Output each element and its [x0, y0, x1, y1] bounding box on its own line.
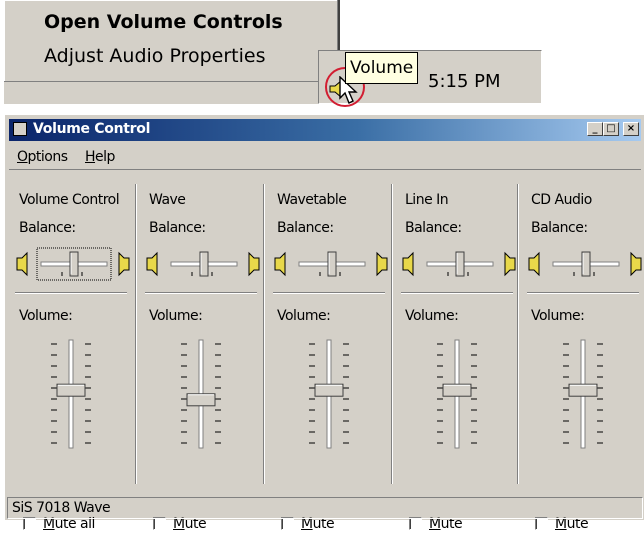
balance-slider[interactable] — [527, 246, 644, 282]
adjust-audio-properties-item[interactable]: Adjust Audio Properties — [44, 45, 266, 67]
balance-slider[interactable] — [15, 246, 133, 282]
maximize-button[interactable]: □ — [603, 122, 619, 136]
channel-name: Volume Control — [19, 192, 120, 208]
minimize-icon: _ — [592, 123, 598, 134]
right-speaker-icon — [376, 251, 388, 277]
volume-label: Volume: — [19, 308, 73, 324]
divider — [527, 292, 639, 294]
channel-name: Line In — [405, 192, 449, 208]
channel-4: CD Audio Balance: Volume: Mute — [521, 180, 644, 532]
tray-clock[interactable]: 5:15 PM — [428, 71, 501, 92]
volume-thumb — [186, 393, 216, 407]
channel-1: Wave Balance: Volume: Mute — [139, 180, 265, 532]
left-speaker-icon — [402, 251, 414, 277]
status-text: SiS 7018 Wave — [12, 500, 111, 516]
right-speaker-icon — [118, 251, 130, 277]
right-speaker-icon — [504, 251, 516, 277]
menu-bar: Options Help — [9, 145, 641, 165]
volume-thumb — [56, 383, 86, 397]
balance-slider[interactable] — [273, 246, 391, 282]
open-volume-controls-item[interactable]: Open Volume Controls — [44, 11, 283, 33]
close-button[interactable]: × — [623, 122, 639, 136]
close-icon: × — [626, 123, 636, 134]
left-speaker-icon — [146, 251, 158, 277]
channel-name: Wave — [149, 192, 186, 208]
volume-label: Volume: — [149, 308, 203, 324]
divider — [145, 292, 257, 294]
channel-separator — [517, 184, 519, 484]
left-speaker-icon — [528, 251, 540, 277]
status-bar: SiS 7018 Wave — [7, 497, 643, 519]
volume-tooltip: Volume — [345, 52, 419, 84]
divider — [273, 292, 385, 294]
channel-separator — [135, 184, 137, 484]
menu-options[interactable]: Options — [17, 149, 68, 165]
title-bar[interactable]: Volume Control _ □ × — [9, 119, 641, 141]
balance-label: Balance: — [19, 220, 76, 236]
volume-label: Volume: — [531, 308, 585, 324]
balance-slider[interactable] — [401, 246, 519, 282]
volume-slider[interactable] — [429, 338, 485, 450]
channel-separator — [263, 184, 265, 484]
divider — [401, 292, 513, 294]
balance-label: Balance: — [405, 220, 462, 236]
app-icon — [13, 122, 27, 136]
volume-slider[interactable] — [43, 338, 99, 450]
balance-label: Balance: — [277, 220, 334, 236]
volume-control-window: Volume Control _ □ × Options Help Volume… — [4, 114, 644, 532]
menu-help[interactable]: Help — [85, 149, 115, 165]
right-speaker-icon — [630, 251, 642, 277]
window-title: Volume Control — [33, 121, 151, 137]
left-speaker-icon — [16, 251, 28, 277]
volume-label: Volume: — [277, 308, 331, 324]
divider — [15, 292, 127, 294]
volume-thumb — [314, 383, 344, 397]
channel-name: CD Audio — [531, 192, 592, 208]
channel-0: Volume Control Balance: Volume: Mute all — [9, 180, 135, 532]
tray-context-menu: Open Volume Controls Adjust Audio Proper… — [4, 0, 340, 84]
balance-slider[interactable] — [145, 246, 263, 282]
channel-separator — [391, 184, 393, 484]
minimize-button[interactable]: _ — [587, 122, 603, 136]
channel-3: Line In Balance: Volume: Mute — [395, 180, 521, 532]
volume-thumb — [568, 383, 598, 397]
volume-slider[interactable] — [301, 338, 357, 450]
left-speaker-icon — [274, 251, 286, 277]
balance-label: Balance: — [531, 220, 588, 236]
right-speaker-icon — [248, 251, 260, 277]
volume-label: Volume: — [405, 308, 459, 324]
channel-area: Volume Control Balance: Volume: Mute all Wav… — [9, 169, 644, 532]
channel-name: Wavetable — [277, 192, 347, 208]
channel-2: Wavetable Balance: Volume: Mute — [267, 180, 393, 532]
volume-slider[interactable] — [173, 338, 229, 450]
maximize-icon: □ — [606, 123, 616, 134]
volume-thumb — [442, 383, 472, 397]
balance-label: Balance: — [149, 220, 206, 236]
volume-slider[interactable] — [555, 338, 611, 450]
